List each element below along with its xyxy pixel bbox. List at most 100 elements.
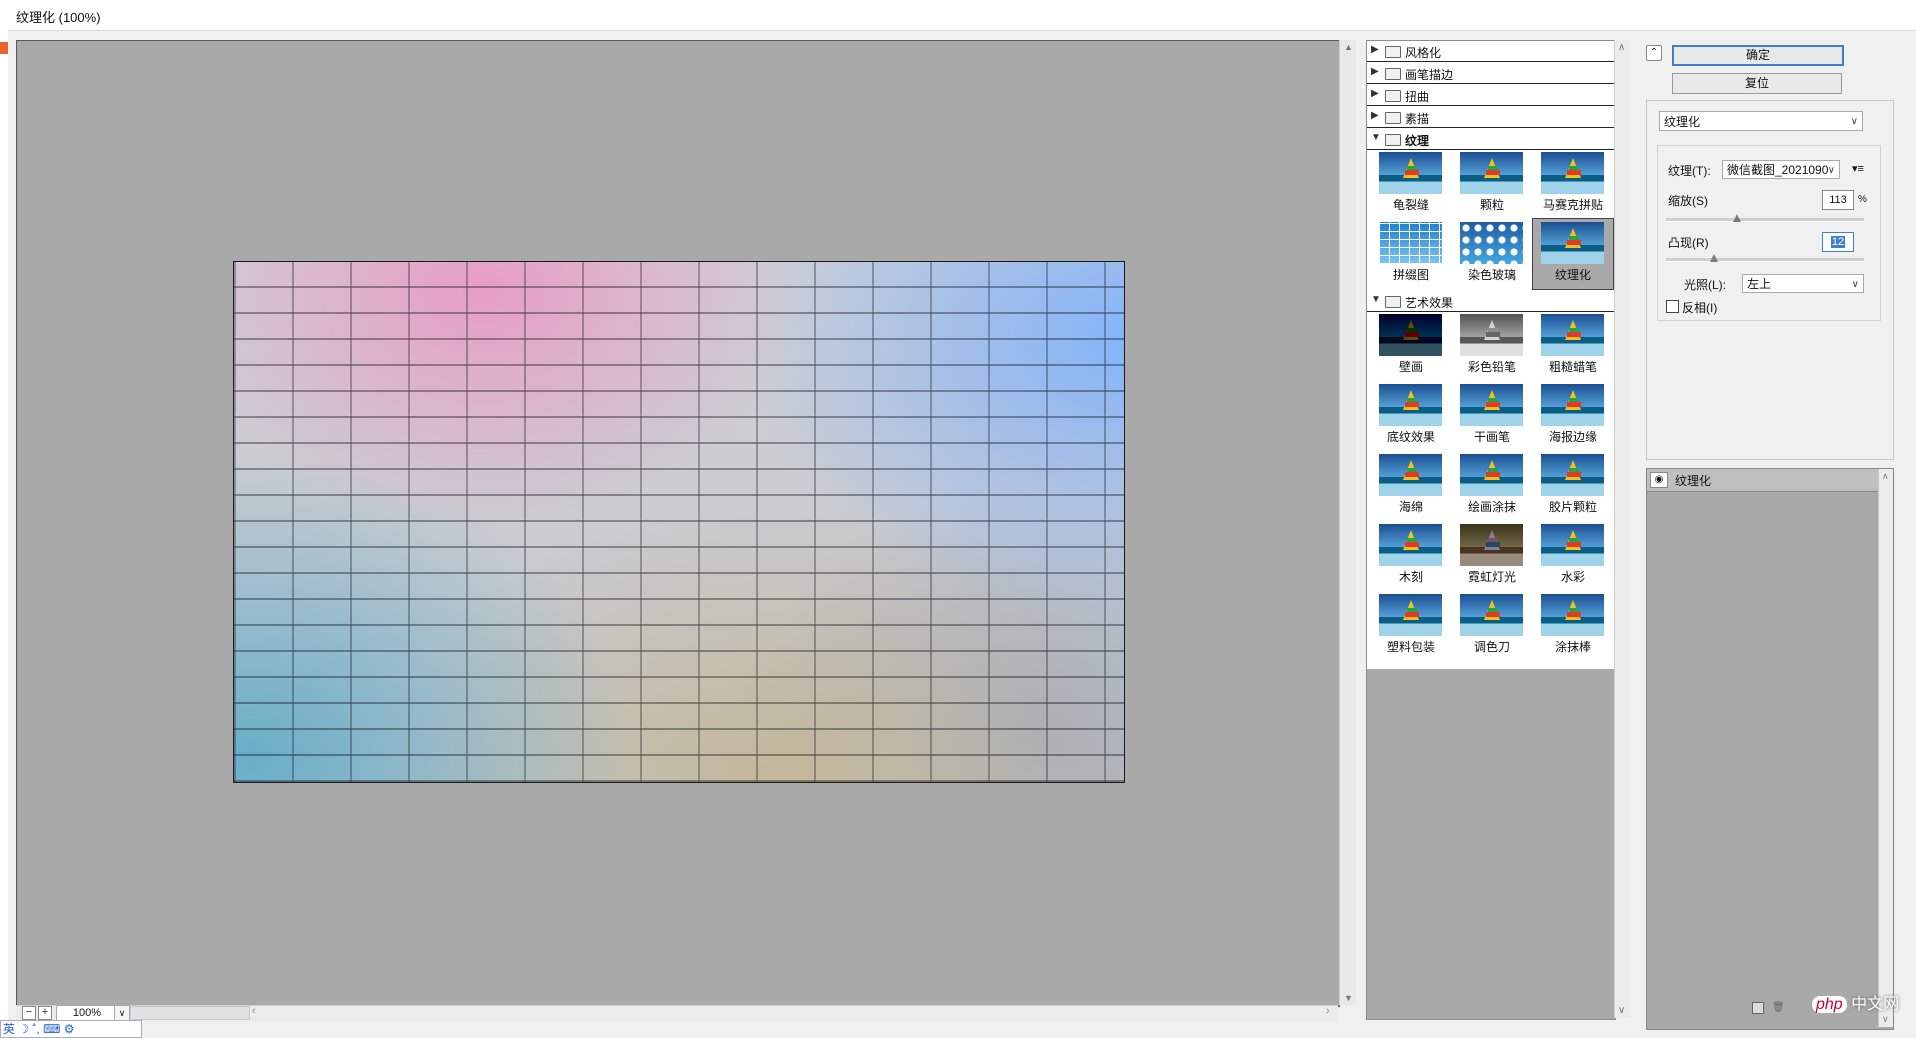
filter-thumb-cutout[interactable]: 木刻 xyxy=(1371,521,1451,591)
scroll-down-arrow-icon[interactable]: ∨ xyxy=(1618,1005,1625,1016)
folder-icon xyxy=(1385,112,1401,124)
layers-scrollbar[interactable]: ∧ ∨ xyxy=(1878,469,1893,1027)
preview-image xyxy=(233,261,1125,783)
title-bar: 纹理化 (100%) xyxy=(0,0,1916,31)
filter-thumb-mosaic-tiles[interactable]: 马赛克拼贴 xyxy=(1533,149,1613,219)
scroll-up-arrow-icon[interactable]: ▲ xyxy=(1344,42,1353,52)
filter-thumb-texturizer[interactable]: 纹理化 xyxy=(1532,218,1614,290)
settings-panel: ⌃ 确定 复位 纹理化 ∨ 纹理(T): 微信截图_2021090 ∨ ▾≡ 缩… xyxy=(1646,40,1908,1030)
expand-arrow-icon[interactable]: ▶ xyxy=(1371,88,1379,99)
category-texture[interactable]: ▼ 纹理 xyxy=(1367,129,1615,150)
scale-input[interactable]: 113 xyxy=(1822,190,1854,210)
light-dropdown[interactable]: 左上 ∨ xyxy=(1742,274,1864,293)
collapse-arrow-icon[interactable]: ▼ xyxy=(1371,132,1381,143)
filter-label: 颗粒 xyxy=(1479,198,1504,212)
scroll-right-arrow-icon[interactable]: › xyxy=(1326,1005,1330,1017)
filter-thumb-colored-pencil[interactable]: 彩色铅笔 xyxy=(1452,311,1532,381)
category-label: 画笔描边 xyxy=(1405,68,1454,82)
filter-thumb-rough-pastels[interactable]: 粗糙蜡笔 xyxy=(1533,311,1613,381)
category-sketch[interactable]: ▶ 素描 xyxy=(1367,107,1615,128)
scroll-left-arrow-icon[interactable]: ‹ xyxy=(252,1005,256,1017)
thumbnail-image xyxy=(1379,524,1442,566)
trash-icon[interactable]: 🗑 xyxy=(1772,1002,1785,1013)
filter-thumb-stained-glass[interactable]: 染色玻璃 xyxy=(1452,219,1532,289)
eye-visibility-icon[interactable]: ◉ xyxy=(1650,472,1668,488)
filter-thumb-neon-glow[interactable]: 霓虹灯光 xyxy=(1452,521,1532,591)
thumbnail-image xyxy=(1541,152,1604,194)
scroll-up-arrow-icon[interactable]: ∧ xyxy=(1618,42,1625,53)
filter-gallery: ▶ 风格化 ▶ 画笔描边 ▶ 扭曲 ▶ 素描 ▼ 纹理 龟裂缝 颗粒 马赛克拼贴… xyxy=(1366,40,1616,1020)
scale-slider-knob[interactable] xyxy=(1733,214,1742,222)
texture-dropdown[interactable]: 微信截图_2021090 ∨ xyxy=(1722,160,1840,179)
texture-menu-icon[interactable]: ▾≡ xyxy=(1852,162,1864,175)
category-brush-strokes[interactable]: ▶ 画笔描边 xyxy=(1367,63,1615,84)
category-artistic[interactable]: ▼ 艺术效果 xyxy=(1367,291,1615,312)
thumbnail-image xyxy=(1379,384,1442,426)
invert-checkbox[interactable] xyxy=(1666,300,1679,313)
thumbnail-image xyxy=(1379,454,1442,496)
site-watermark: php 中文网 xyxy=(1812,990,1899,1014)
filter-label: 塑料包装 xyxy=(1386,640,1435,654)
filter-thumb-dry-brush[interactable]: 干画笔 xyxy=(1452,381,1532,451)
scroll-down-arrow-icon[interactable]: ▼ xyxy=(1344,993,1353,1003)
filter-thumb-film-grain[interactable]: 胶片颗粒 xyxy=(1533,451,1613,521)
filter-thumb-grain[interactable]: 颗粒 xyxy=(1452,149,1532,219)
filter-thumb-smudge-stick[interactable]: 涂抹棒 xyxy=(1533,591,1613,661)
filter-label: 木刻 xyxy=(1398,570,1423,584)
ime-toolbar[interactable]: 英 ☽ ˚, ⌨ ⚙ xyxy=(0,1020,142,1038)
effect-layer-name: 纹理化 xyxy=(1675,474,1712,488)
collapse-gallery-button[interactable]: ⌃ xyxy=(1646,45,1662,61)
zoom-out-button[interactable]: − xyxy=(22,1006,36,1020)
filter-select-dropdown[interactable]: 纹理化 ∨ xyxy=(1659,111,1863,131)
relief-value: 12 xyxy=(1830,236,1846,248)
collapse-arrow-icon[interactable]: ▼ xyxy=(1371,294,1381,305)
category-label: 艺术效果 xyxy=(1405,296,1454,310)
filter-thumb-poster-edges[interactable]: 海报边缘 xyxy=(1533,381,1613,451)
relief-slider-knob[interactable] xyxy=(1709,254,1718,262)
thumbnail-image xyxy=(1541,524,1604,566)
filter-thumb-underpainting[interactable]: 底纹效果 xyxy=(1371,381,1451,451)
category-stylize[interactable]: ▶ 风格化 xyxy=(1367,41,1615,62)
zoom-level-field[interactable]: 100% xyxy=(56,1005,118,1021)
zoom-dropdown-button[interactable]: ∨ xyxy=(114,1005,130,1021)
folder-icon xyxy=(1385,90,1401,102)
reset-button[interactable]: 复位 xyxy=(1672,73,1842,94)
filter-thumb-watercolor[interactable]: 水彩 xyxy=(1533,521,1613,591)
thumbnail-image xyxy=(1460,524,1523,566)
scale-label: 缩放(S) xyxy=(1668,194,1708,208)
effect-layer-row[interactable]: ◉ 纹理化 xyxy=(1647,469,1879,492)
filter-thumb-paint-daubs[interactable]: 绘画涂抹 xyxy=(1452,451,1532,521)
filter-thumb-fresco[interactable]: 壁画 xyxy=(1371,311,1451,381)
zoom-in-button[interactable]: + xyxy=(38,1006,52,1020)
expand-arrow-icon[interactable]: ▶ xyxy=(1371,44,1379,55)
horizontal-scroll-track[interactable] xyxy=(130,1006,250,1020)
invert-label: 反相(I) xyxy=(1682,301,1718,315)
filter-thumb-sponge[interactable]: 海绵 xyxy=(1371,451,1451,521)
watermark-logo: php xyxy=(1812,996,1847,1013)
filter-thumb-craquelure[interactable]: 龟裂缝 xyxy=(1371,149,1451,219)
filter-thumb-patchwork[interactable]: 拼缀图 xyxy=(1371,219,1451,289)
relief-input[interactable]: 12 xyxy=(1822,232,1854,252)
expand-arrow-icon[interactable]: ▶ xyxy=(1371,110,1379,121)
category-distort[interactable]: ▶ 扭曲 xyxy=(1367,85,1615,106)
filter-thumb-palette-knife[interactable]: 调色刀 xyxy=(1452,591,1532,661)
scale-slider[interactable] xyxy=(1666,214,1864,222)
app-marker xyxy=(0,42,8,54)
preview-vertical-scrollbar[interactable]: ▲ ▼ xyxy=(1339,40,1356,1005)
chevron-down-icon: ∨ xyxy=(1827,165,1835,176)
thumbnail-image xyxy=(1460,152,1523,194)
folder-open-icon xyxy=(1385,296,1401,308)
preview-area[interactable] xyxy=(16,40,1340,1007)
ok-button[interactable]: 确定 xyxy=(1672,45,1844,66)
expand-arrow-icon[interactable]: ▶ xyxy=(1371,66,1379,77)
thumbnail-image xyxy=(1379,222,1442,264)
filter-thumb-plastic-wrap[interactable]: 塑料包装 xyxy=(1371,591,1451,661)
thumbnail-image xyxy=(1460,384,1523,426)
ime-status[interactable]: 英 ☽ ˚, ⌨ ⚙ xyxy=(3,1022,75,1036)
scroll-up-arrow-icon[interactable]: ∧ xyxy=(1882,471,1889,482)
new-effect-layer-icon[interactable] xyxy=(1752,1002,1764,1014)
scroll-down-arrow-icon[interactable]: ∨ xyxy=(1882,1014,1889,1025)
filter-label: 纹理化 xyxy=(1554,268,1591,282)
gallery-scrollbar[interactable]: ∧ ∨ xyxy=(1614,40,1631,1018)
relief-slider[interactable] xyxy=(1666,254,1864,262)
